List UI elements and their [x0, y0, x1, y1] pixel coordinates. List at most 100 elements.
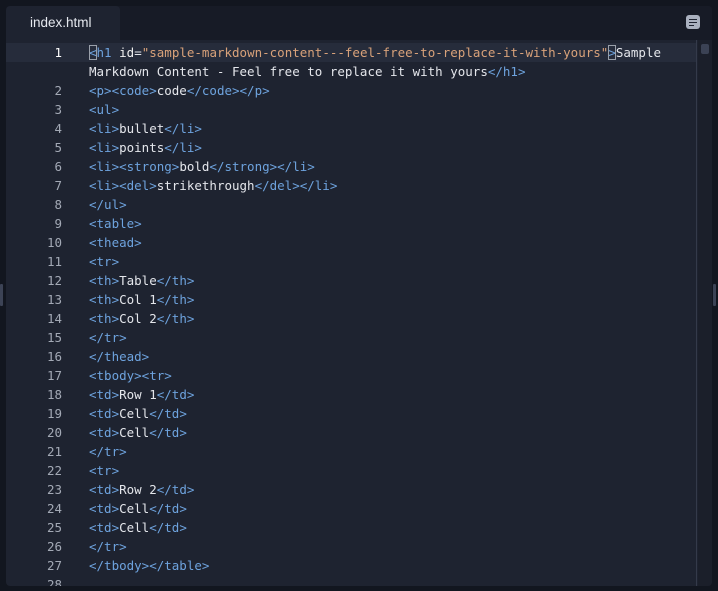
code-line[interactable]: <th>Table</th> [89, 271, 194, 290]
code-tag-token: <li><strong> [89, 159, 180, 174]
code-line[interactable]: <li><strong>bold</strong></li> [89, 157, 315, 176]
code-tag-token: <li> [89, 121, 120, 136]
code-tag-token: </td> [156, 387, 195, 402]
code-tag-token: </code></p> [186, 83, 270, 98]
code-tag-token: <ul> [89, 102, 120, 117]
code-line[interactable]: <td>Cell</td> [89, 499, 187, 518]
line-number: 18 [46, 387, 62, 402]
code-line[interactable]: </tr> [89, 328, 127, 347]
line-number: 23 [46, 482, 62, 497]
hamburger-menu-icon[interactable] [686, 15, 700, 29]
line-number: 10 [46, 235, 62, 250]
code-tag-token: </tr> [89, 330, 127, 345]
code-tag-token: <td> [89, 406, 120, 421]
line-number: 16 [46, 349, 62, 364]
tab-label: index.html [30, 15, 92, 30]
code-line[interactable]: <tbody><tr> [89, 366, 172, 385]
line-number: 27 [46, 558, 62, 573]
code-text-token: code [156, 83, 187, 98]
code-line[interactable]: <td>Row 2</td> [89, 480, 194, 499]
scrollbar-thumb[interactable] [701, 44, 709, 54]
editor-window: index.html 1 2 3 4 5 6 7 8 9 10 11 12 13 14 15 16 17 18 19… [6, 6, 712, 586]
code-line[interactable]: <th>Col 2</th> [89, 309, 194, 328]
line-number: 5 [54, 140, 62, 155]
code-line[interactable]: <td>Cell</td> [89, 518, 187, 537]
code-text-token: = [134, 45, 142, 60]
code-tag-token: </td> [156, 482, 195, 497]
code-text-token: Cell [119, 520, 150, 535]
code-line[interactable]: </tr> [89, 537, 127, 556]
code-text-token: Col 1 [119, 292, 157, 307]
code-line[interactable]: <li><del>strikethrough</del></li> [89, 176, 337, 195]
code-tag-token: <li><del> [89, 178, 157, 193]
vertical-scrollbar[interactable] [698, 40, 712, 586]
code-tag-token: <table> [89, 216, 142, 231]
code-line[interactable]: </ul> [89, 195, 127, 214]
code-editor[interactable]: 1 2 3 4 5 6 7 8 9 10 11 12 13 14 15 16 17 18 19 20 21 22 23 24 2… [6, 40, 712, 586]
line-number: 14 [46, 311, 62, 326]
left-resize-handle[interactable] [0, 284, 3, 306]
right-resize-handle[interactable] [713, 284, 716, 306]
code-line[interactable]: <thead> [89, 233, 142, 252]
code-line[interactable]: </tbody></table> [89, 556, 209, 575]
code-text-token: Cell [119, 425, 150, 440]
line-number: 15 [46, 330, 62, 345]
code-line[interactable]: <tr> [89, 252, 119, 271]
code-tag-token: h1 [96, 45, 112, 60]
code-string-token: "sample-markdown-content---feel-free-to-… [141, 45, 609, 60]
code-tag-token: </h1> [487, 64, 526, 79]
code-line[interactable]: <ul> [89, 100, 119, 119]
code-line[interactable]: Markdown Content - Feel free to replace … [89, 62, 526, 81]
line-number: 6 [54, 159, 62, 174]
code-line[interactable]: </thead> [89, 347, 149, 366]
line-number: 26 [46, 539, 62, 554]
code-tag-token: </li> [164, 140, 202, 155]
code-tag-token: < [89, 45, 97, 60]
code-text-token: Cell [119, 406, 150, 421]
line-number: 8 [54, 197, 62, 212]
code-line[interactable]: <li>bullet</li> [89, 119, 202, 138]
code-tag-token: <td> [89, 482, 120, 497]
code-line[interactable]: </tr> [89, 442, 127, 461]
line-number: 21 [46, 444, 62, 459]
code-tag-token: </tbody></table> [89, 558, 210, 573]
line-number: 25 [46, 520, 62, 535]
code-text-token: bold [179, 159, 210, 174]
code-line[interactable]: <h1 id="sample-markdown-content---feel-f… [89, 43, 661, 62]
code-line[interactable]: <li>points</li> [89, 138, 202, 157]
code-tag-token: <td> [89, 520, 120, 535]
tab-index-html[interactable]: index.html [6, 6, 120, 40]
code-tag-token: </td> [149, 406, 187, 421]
line-number: 22 [46, 463, 62, 478]
code-text-token: Sample [615, 45, 661, 60]
code-line[interactable]: <p><code>code</code></p> [89, 81, 270, 100]
code-tag-token: <th> [89, 273, 120, 288]
code-line[interactable]: <tr> [89, 461, 119, 480]
code-tag-token: <td> [89, 501, 120, 516]
line-number: 1 [54, 45, 62, 60]
code-line[interactable]: <th>Col 1</th> [89, 290, 194, 309]
line-number: 2 [54, 83, 62, 98]
line-number: 9 [54, 216, 62, 231]
code-line[interactable]: <td>Row 1</td> [89, 385, 194, 404]
line-number: 20 [46, 425, 62, 440]
code-line[interactable]: <td>Cell</td> [89, 404, 187, 423]
code-tag-token: </tr> [89, 444, 127, 459]
code-line[interactable]: <table> [89, 214, 142, 233]
code-tag-token: <thead> [89, 235, 142, 250]
code-text-token: Row 1 [119, 387, 157, 402]
code-tag-token: </td> [149, 520, 187, 535]
code-tag-token: > [608, 45, 616, 60]
code-tag-token: </th> [156, 273, 195, 288]
code-tag-token: </li> [164, 121, 202, 136]
code-text-token: Col 2 [119, 311, 157, 326]
line-number: 11 [46, 254, 62, 269]
line-number: 3 [54, 102, 62, 117]
line-number: 13 [46, 292, 62, 307]
code-tag-token: <th> [89, 292, 120, 307]
code-line[interactable]: <td>Cell</td> [89, 423, 187, 442]
code-text-token: Row 2 [119, 482, 157, 497]
code-tag-token: <p><code> [89, 83, 157, 98]
code-text-token: strikethrough [156, 178, 255, 193]
